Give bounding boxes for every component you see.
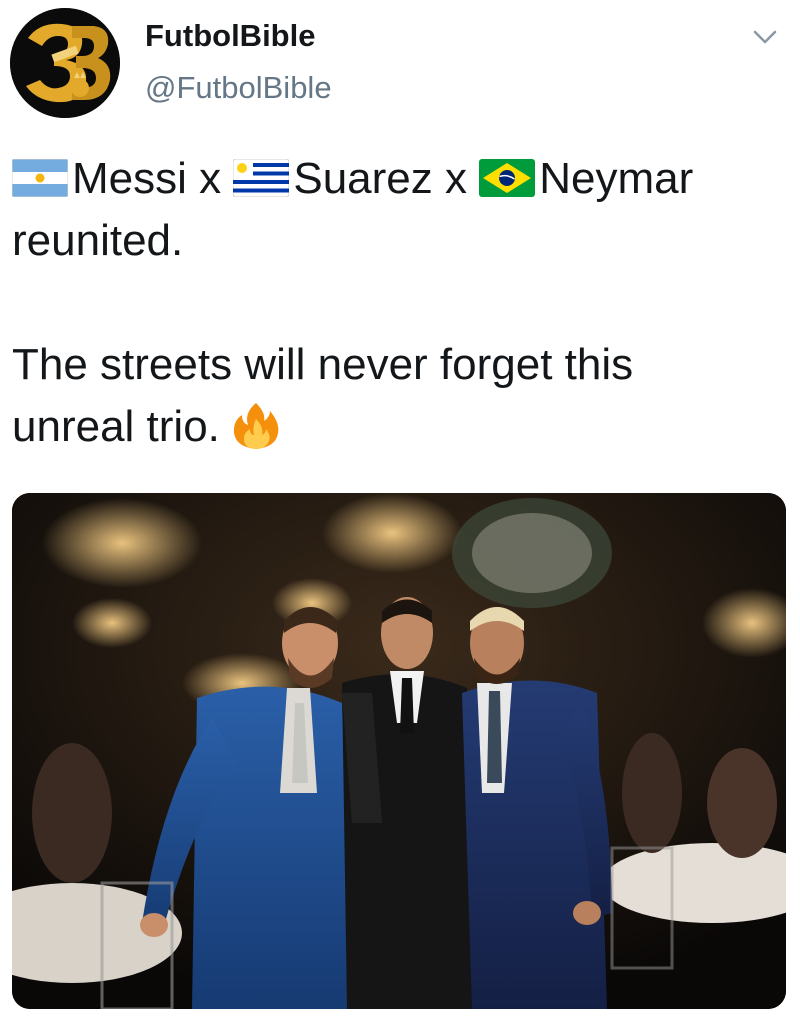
tweet-text-unreal-trio: unreal trio. xyxy=(12,402,220,451)
avatar[interactable] xyxy=(10,8,120,118)
account-display-name[interactable]: FutbolBible xyxy=(145,18,315,54)
brazil-flag-icon xyxy=(479,159,536,197)
tweet-text-suarez: Suarez x xyxy=(293,154,480,203)
argentina-flag-icon xyxy=(12,159,68,197)
photo-image xyxy=(12,493,786,1009)
tweet-photo[interactable] xyxy=(12,493,786,1009)
tweet-line-4: unreal trio. xyxy=(12,396,782,458)
tweet-text-messi: Messi x xyxy=(72,154,234,203)
tweet-line-3: The streets will never forget this xyxy=(12,340,634,389)
futbolbible-logo-icon xyxy=(10,8,120,118)
fire-icon xyxy=(230,399,282,451)
tweet-text-neymar: Neymar xyxy=(539,154,694,203)
uruguay-flag-icon xyxy=(233,159,290,197)
tweet-text: Messi x Suarez x Neymar reunited. The st… xyxy=(12,148,782,458)
tweet-line-2: reunited. xyxy=(12,216,184,265)
tweet-line-1: Messi x Suarez x Neymar xyxy=(12,148,782,210)
account-handle[interactable]: @FutbolBible xyxy=(145,70,332,106)
chevron-down-icon[interactable] xyxy=(752,28,778,46)
